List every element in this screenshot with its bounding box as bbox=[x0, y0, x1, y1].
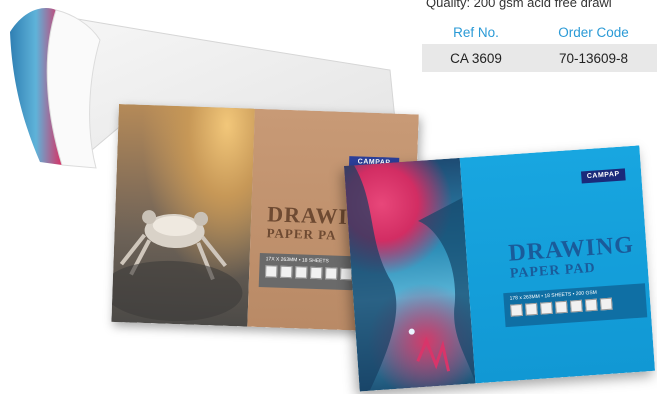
ref-no-header: Ref No. bbox=[453, 24, 499, 40]
brown-spec-text: 17X X 263MM • 18 SHEETS bbox=[265, 256, 329, 265]
crab-photo bbox=[111, 104, 255, 327]
pencil-icon bbox=[310, 266, 323, 280]
underwater-photo bbox=[344, 157, 476, 392]
spec-table-row: CA 3609 70-13609-8 bbox=[422, 44, 657, 72]
brown-pad-title: DRAWI bbox=[266, 201, 349, 230]
pencil-icon bbox=[265, 265, 278, 278]
pencil-icon bbox=[584, 298, 598, 312]
pencil-icon bbox=[525, 302, 538, 316]
ref-no-value: CA 3609 bbox=[450, 50, 502, 66]
pencil-icon bbox=[599, 297, 613, 311]
brown-pad-subtitle: PAPER PA bbox=[266, 225, 337, 243]
pencil-icon bbox=[569, 299, 583, 313]
order-code-header: Order Code bbox=[558, 24, 629, 40]
order-code-value: 70-13609-8 bbox=[558, 50, 629, 66]
brown-usage-icons bbox=[265, 265, 353, 281]
pencil-icon bbox=[540, 301, 553, 315]
spec-table: Ref No. Order Code CA 3609 70-13609-8 bbox=[422, 20, 657, 72]
quality-text: Quality: 200 gsm acid free drawi bbox=[426, 0, 612, 10]
pencil-icon bbox=[554, 300, 568, 314]
crab-icon bbox=[111, 210, 243, 322]
pencil-icon bbox=[295, 266, 308, 279]
pencil-icon bbox=[325, 267, 338, 280]
blue-drawing-pad: CAMPAP DRAWING PAPER PAD 178 x 263MM • 1… bbox=[344, 145, 656, 392]
pencil-icon bbox=[510, 303, 523, 317]
pencil-icon bbox=[280, 265, 293, 279]
coral-reef-icon bbox=[344, 165, 476, 392]
spec-table-header: Ref No. Order Code bbox=[422, 20, 657, 44]
